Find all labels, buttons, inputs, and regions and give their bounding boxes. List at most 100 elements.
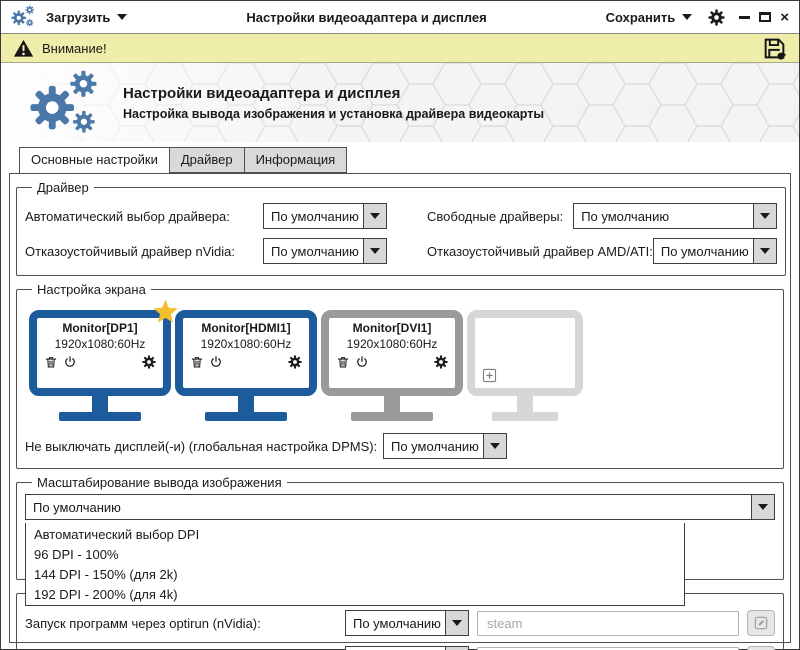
chevron-down-icon	[490, 443, 500, 449]
delete-monitor-icon[interactable]	[336, 355, 350, 369]
dropdown-arrow-button[interactable]	[752, 204, 776, 228]
add-monitor-plus-icon[interactable]	[481, 367, 498, 384]
monitor-stand	[384, 396, 400, 412]
scaling-option-auto-dpi[interactable]: Автоматический выбор DPI	[26, 523, 684, 545]
monitor-card-dvi1[interactable]: Monitor[DVI1] 1920x1080:60Hz	[321, 310, 463, 421]
failsafe-nvidia-value: По умолчанию	[271, 244, 359, 259]
header-text-block: Настройки видеоадаптера и дисплея Настро…	[123, 85, 544, 121]
driver-group: Драйвер Автоматический выбор драйвера: П…	[16, 180, 786, 276]
app-logo-gears-icon	[11, 5, 35, 26]
free-drivers-label: Свободные драйверы:	[427, 208, 564, 224]
free-drivers-select[interactable]: По умолчанию	[573, 203, 777, 229]
window-controls: ×	[739, 10, 789, 25]
monitor-name: Monitor[HDMI1]	[201, 321, 291, 335]
scaling-select[interactable]: По умолчанию	[25, 494, 775, 520]
monitor-screen: Monitor[DP1] 1920x1080:60Hz	[29, 310, 171, 396]
edit-pencil-icon	[753, 615, 769, 631]
monitor-settings-gear-icon[interactable]	[288, 355, 302, 369]
monitor-resolution: 1920x1080:60Hz	[54, 337, 146, 351]
title-bar: Загрузить Настройки видеоадаптера и дисп…	[1, 1, 799, 34]
dpms-label: Не выключать дисплей(-и) (глобальная нас…	[25, 438, 378, 454]
scaling-option-96dpi[interactable]: 96 DPI - 100%	[26, 545, 684, 565]
app-window: Загрузить Настройки видеоадаптера и дисп…	[0, 0, 800, 650]
monitor-card-hdmi1[interactable]: Monitor[HDMI1] 1920x1080:60Hz	[175, 310, 317, 421]
monitor-name: Monitor[DVI1]	[352, 321, 432, 335]
dpms-value: По умолчанию	[391, 439, 479, 454]
scaling-group-legend: Масштабирование вывода изображения	[37, 475, 282, 490]
close-button[interactable]: ×	[780, 10, 789, 25]
scaling-group: Масштабирование вывода изображения По ум…	[16, 475, 784, 606]
maximize-button[interactable]	[759, 12, 772, 22]
auto-driver-value: По умолчанию	[271, 209, 359, 224]
power-icon[interactable]	[355, 355, 369, 369]
dropdown-arrow-button[interactable]	[752, 239, 776, 263]
scaling-option-192dpi[interactable]: 192 DPI - 200% (для 4k)	[26, 585, 684, 605]
warning-bar: Внимание!	[1, 34, 799, 63]
primusun-select[interactable]: По умолчанию	[345, 646, 469, 650]
save-floppy-icon[interactable]	[762, 36, 787, 61]
monitor-card-dp1[interactable]: Monitor[DP1] 1920x1080:60Hz	[29, 310, 171, 421]
scaling-option-144dpi[interactable]: 144 DPI - 150% (для 2k)	[26, 565, 684, 585]
failsafe-amd-value: По умолчанию	[660, 244, 749, 259]
page-subtitle: Настройка вывода изображения и установка…	[123, 106, 545, 121]
power-icon[interactable]	[63, 355, 77, 369]
optirun-edit-button[interactable]	[747, 610, 775, 636]
add-monitor-card[interactable]	[467, 310, 583, 421]
dropdown-arrow-button[interactable]	[363, 239, 386, 263]
tab-content-panel: Драйвер Автоматический выбор драйвера: П…	[9, 173, 791, 650]
chevron-down-icon	[370, 248, 380, 254]
load-menu-button[interactable]: Загрузить	[46, 9, 128, 25]
chevron-down-icon	[759, 213, 770, 219]
monitor-base	[59, 412, 141, 421]
dpms-select[interactable]: По умолчанию	[383, 433, 507, 459]
save-menu-button[interactable]: Сохранить	[606, 10, 693, 25]
monitor-settings-gear-icon[interactable]	[142, 355, 156, 369]
monitor-base	[205, 412, 287, 421]
optirun-label: Запуск программ через optirun (nVidia):	[25, 615, 261, 631]
settings-gear-icon[interactable]	[708, 9, 725, 26]
chevron-down-icon	[370, 213, 380, 219]
chevron-down-icon	[682, 14, 693, 20]
monitor-base	[492, 412, 558, 421]
driver-group-legend: Драйвер	[37, 180, 89, 195]
dropdown-arrow-button[interactable]	[483, 434, 506, 458]
optirun-app-input[interactable]	[477, 610, 739, 636]
monitor-base	[351, 412, 433, 421]
chevron-down-icon	[452, 620, 462, 626]
monitor-settings-gear-icon[interactable]	[434, 355, 448, 369]
chevron-down-icon	[759, 248, 770, 254]
auto-driver-select[interactable]: По умолчанию	[263, 203, 387, 229]
optirun-select[interactable]: По умолчанию	[345, 610, 469, 636]
primusun-edit-button[interactable]	[747, 646, 775, 650]
dropdown-arrow-button[interactable]	[363, 204, 386, 228]
free-drivers-value: По умолчанию	[581, 209, 670, 224]
primusun-app-input[interactable]	[477, 646, 739, 650]
app-logo-gears-icon	[30, 70, 97, 133]
tab-information[interactable]: Информация	[243, 147, 348, 173]
dropdown-arrow-button[interactable]	[445, 611, 468, 635]
auto-driver-label: Автоматический выбор драйвера:	[25, 208, 230, 224]
power-icon[interactable]	[209, 355, 223, 369]
primary-star-icon	[152, 298, 179, 325]
dropdown-arrow-button[interactable]	[751, 495, 774, 519]
minimize-button[interactable]	[739, 15, 751, 19]
monitor-screen: Monitor[HDMI1] 1920x1080:60Hz	[175, 310, 317, 396]
tab-main-settings[interactable]: Основные настройки	[19, 147, 170, 174]
failsafe-amd-select[interactable]: По умолчанию	[652, 238, 777, 264]
tab-bar: Основные настройки Драйвер Информация	[19, 147, 799, 174]
monitor-stand	[238, 396, 254, 412]
failsafe-nvidia-select[interactable]: По умолчанию	[263, 238, 387, 264]
monitor-resolution: 1920x1080:60Hz	[346, 337, 438, 351]
load-menu-label: Загрузить	[46, 9, 111, 25]
warning-triangle-icon	[13, 38, 34, 59]
warning-text: Внимание!	[42, 40, 107, 56]
delete-monitor-icon[interactable]	[190, 355, 204, 369]
page-header: Настройки видеоадаптера и дисплея Настро…	[1, 63, 799, 142]
delete-monitor-icon[interactable]	[44, 355, 58, 369]
tab-driver[interactable]: Драйвер	[168, 147, 245, 173]
chevron-down-icon	[758, 504, 768, 510]
failsafe-nvidia-label: Отказоустойчивый драйвер nVidia:	[25, 243, 235, 259]
monitor-name: Monitor[DP1]	[62, 321, 138, 335]
monitor-screen: Monitor[DVI1] 1920x1080:60Hz	[321, 310, 463, 396]
monitor-list: Monitor[DP1] 1920x1080:60Hz Monitor[HDMI…	[25, 298, 775, 423]
